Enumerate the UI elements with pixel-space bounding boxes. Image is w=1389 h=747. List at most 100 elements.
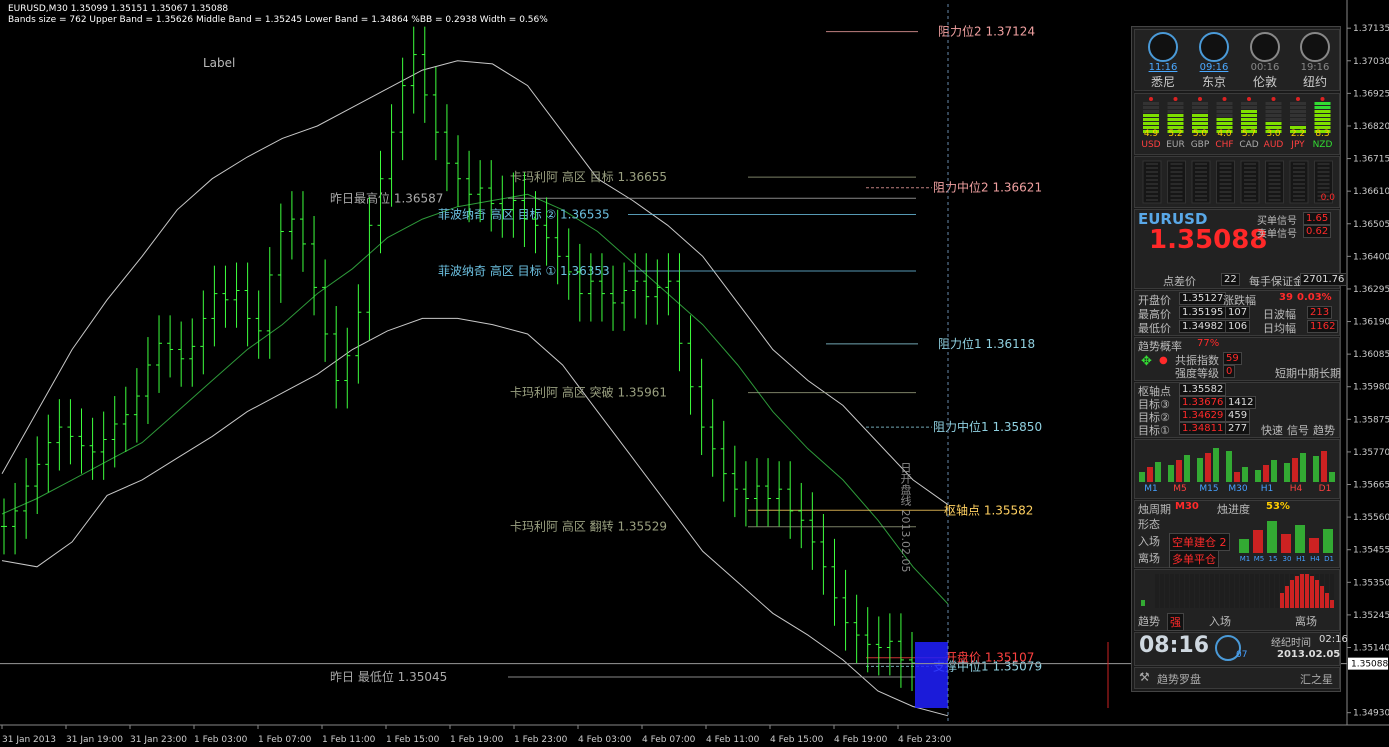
range-value: 213	[1307, 306, 1333, 319]
avg-label: 日均幅	[1263, 322, 1296, 335]
histogram-bg	[1230, 574, 1234, 608]
level-label: 昨日 最低位 1.35045	[330, 669, 447, 684]
currency-code: NZD	[1312, 140, 1333, 150]
history-segment	[1244, 199, 1256, 201]
history-segment	[1170, 183, 1183, 185]
history-segment	[1317, 163, 1330, 165]
strength-segment	[1143, 118, 1159, 121]
clock-city: 伦敦	[1252, 75, 1277, 89]
y-tick-label: 1.37030	[1353, 57, 1389, 67]
history-segment	[1268, 195, 1281, 197]
footer-left: 趋势罗盘	[1157, 673, 1201, 686]
x-tick-label: 1 Feb 19:00	[450, 735, 504, 745]
currency-code: GBP	[1190, 140, 1210, 150]
history-segment	[1268, 179, 1281, 181]
history-segment	[1146, 163, 1158, 165]
level-label: 卡玛利阿 高区 翻转 1.35529	[510, 519, 667, 534]
history-segment	[1244, 171, 1256, 173]
history-segment	[1293, 183, 1305, 185]
elapsed-value: 02:16	[1319, 634, 1348, 645]
tf-meter-fill	[1213, 448, 1219, 482]
strength-segment	[1216, 118, 1233, 121]
mid-term-label: 中期	[1297, 367, 1319, 380]
margin-label: 每手保证金	[1249, 275, 1304, 288]
daily-open-box	[915, 642, 948, 708]
local-clock: 08:16 07 经纪时间 02:16 2013.02.05	[1134, 632, 1348, 666]
strength-segment	[1167, 110, 1184, 113]
y-tick-label: 1.34930	[1353, 709, 1389, 719]
strength-segment	[1314, 114, 1331, 117]
mini-meter-fill	[1323, 529, 1333, 553]
mini-timeframe-label: H1	[1296, 555, 1306, 563]
strength-segment	[1241, 114, 1257, 117]
tf-meter-fill	[1321, 451, 1327, 482]
clock-tokyo: 09:16 东京	[1190, 32, 1238, 90]
mini-timeframe-label: M1	[1239, 555, 1251, 563]
history-segment	[1195, 191, 1207, 193]
strength-segment	[1241, 118, 1257, 121]
entry-label: 入场	[1138, 535, 1160, 548]
strength-segment	[1290, 118, 1306, 121]
tf-meter-fill	[1139, 472, 1145, 482]
history-segment	[1317, 167, 1330, 169]
clock-city: 东京	[1201, 75, 1226, 89]
strength-segment	[1143, 114, 1159, 117]
current-price-label: 1.35088	[1351, 660, 1388, 670]
histogram-bg	[1235, 574, 1239, 608]
currency-code: USD	[1141, 140, 1161, 150]
history-segment	[1146, 175, 1158, 177]
pivot-block: 枢轴点 1.35582 目标③ 1.33676 1412 目标② 1.34629…	[1134, 382, 1340, 438]
currency-code: JPY	[1291, 140, 1305, 150]
history-segment	[1293, 175, 1305, 177]
histogram-bg	[1270, 574, 1274, 608]
timeframe-labels: M1 M5 M15 M30 H1 H4 D1	[1135, 484, 1339, 496]
history-segment	[1293, 195, 1305, 197]
strength-segment	[1241, 122, 1257, 125]
status-dot	[1296, 97, 1300, 101]
level-label: 菲波纳奇 高区 目标 ① 1.36353	[438, 263, 610, 278]
currency-value: 4.9	[1143, 129, 1159, 139]
status-dot	[1173, 97, 1178, 101]
y-tick-label: 1.35560	[1353, 513, 1389, 523]
history-segment	[1146, 187, 1158, 189]
histogram-bar	[1300, 574, 1304, 608]
history-segment	[1219, 163, 1232, 165]
y-tick-label: 1.37135	[1353, 24, 1389, 34]
history-segment	[1195, 175, 1207, 177]
tf-meter-fill	[1242, 467, 1248, 482]
histogram-bg	[1215, 574, 1219, 608]
y-tick-label: 1.35875	[1353, 415, 1389, 425]
strength-segment	[1192, 110, 1208, 113]
strength-segment	[1314, 102, 1331, 105]
x-tick-label: 31 Jan 2013	[2, 735, 56, 745]
status-dot	[1247, 97, 1251, 101]
fast-label: 快速	[1261, 424, 1283, 437]
histogram-bar	[1310, 576, 1314, 608]
x-tick-label: 4 Feb 11:00	[706, 735, 760, 745]
high-pts: 107	[1225, 306, 1251, 319]
strength-segment	[1192, 106, 1208, 109]
y-tick-label: 1.36715	[1353, 155, 1389, 165]
candle-period: M30	[1175, 501, 1199, 512]
strength-segment	[1216, 102, 1233, 105]
y-tick-label: 1.36610	[1353, 187, 1389, 197]
level-label: 阻力中位1 1.35850	[933, 419, 1042, 434]
history-segment	[1219, 191, 1232, 193]
clock-icon	[1300, 32, 1330, 62]
mini-meter-fill	[1253, 530, 1263, 553]
tf-meter-fill	[1176, 460, 1182, 482]
long-term-label: 长期	[1319, 367, 1341, 380]
history-segment	[1170, 195, 1183, 197]
target2: 1.34629	[1179, 409, 1227, 422]
mini-meter-fill	[1309, 538, 1319, 553]
level-label: 昨日最高位 1.36587	[330, 190, 443, 205]
histogram-marker	[1141, 600, 1145, 606]
strength-segment	[1143, 122, 1159, 125]
timeframe-label: H1	[1260, 484, 1274, 494]
currency-code: AUD	[1263, 140, 1284, 150]
x-tick-label: 4 Feb 23:00	[898, 735, 952, 745]
mini-meter-fill	[1267, 521, 1277, 553]
history-segment	[1146, 195, 1158, 197]
target1-pts: 277	[1225, 422, 1251, 435]
history-segment	[1317, 175, 1330, 177]
